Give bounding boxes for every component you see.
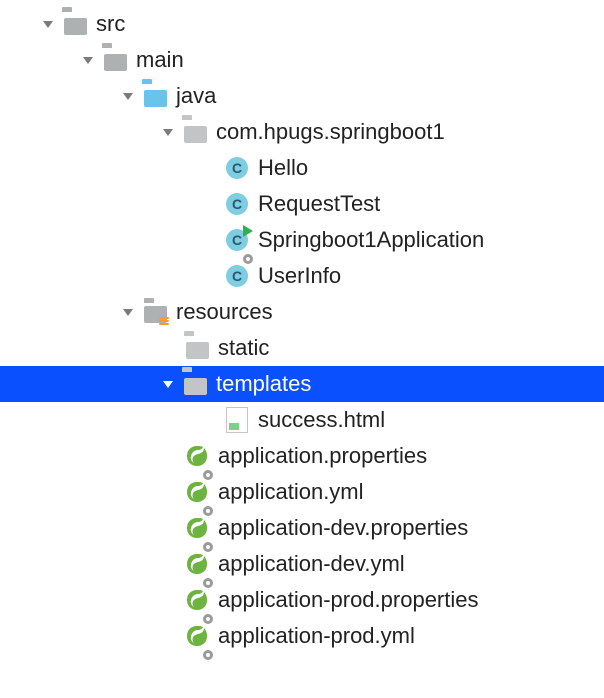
- chevron-down-icon[interactable]: [116, 300, 140, 324]
- tree-label: Springboot1Application: [258, 227, 484, 253]
- chevron-down-icon[interactable]: [116, 84, 140, 108]
- chevron-down-icon[interactable]: [36, 12, 60, 36]
- spring-config-icon: [184, 587, 210, 613]
- tree-node-success-html[interactable]: success.html: [0, 402, 604, 438]
- runnable-class-icon: C: [224, 227, 250, 253]
- tree-label: RequestTest: [258, 191, 380, 217]
- run-badge-icon: [243, 225, 253, 237]
- tree-node-class-hello[interactable]: C Hello: [0, 150, 604, 186]
- tree-node-package[interactable]: com.hpugs.springboot1: [0, 114, 604, 150]
- folder-icon: [182, 371, 208, 397]
- spring-config-icon: [184, 443, 210, 469]
- tree-node-app-properties[interactable]: application.properties: [0, 438, 604, 474]
- tree-node-class-requesttest[interactable]: C RequestTest: [0, 186, 604, 222]
- project-tree[interactable]: { "tree": { "src": "src", "main": "main"…: [0, 0, 604, 698]
- tree-label: com.hpugs.springboot1: [216, 119, 445, 145]
- gear-badge-icon: [202, 641, 214, 653]
- tree-node-app-yml[interactable]: application.yml: [0, 474, 604, 510]
- tree-node-templates[interactable]: templates: [0, 366, 604, 402]
- chevron-down-icon[interactable]: [76, 48, 100, 72]
- folder-icon: [184, 335, 210, 361]
- resources-folder-icon: [142, 299, 168, 325]
- tree-label: src: [96, 11, 125, 37]
- source-folder-icon: [142, 83, 168, 109]
- spring-config-icon: [184, 515, 210, 541]
- tree-label: success.html: [258, 407, 385, 433]
- tree-label: java: [176, 83, 216, 109]
- tree-label: application-prod.properties: [218, 587, 479, 613]
- tree-label: application.properties: [218, 443, 427, 469]
- tree-label: static: [218, 335, 269, 361]
- gear-badge-icon: [202, 569, 214, 581]
- java-class-icon: C: [224, 263, 250, 289]
- chevron-down-icon[interactable]: [156, 372, 180, 396]
- chevron-down-icon[interactable]: [156, 120, 180, 144]
- tree-node-app-prod-properties[interactable]: application-prod.properties: [0, 582, 604, 618]
- tree-label: UserInfo: [258, 263, 341, 289]
- java-class-icon: C: [224, 155, 250, 181]
- tree-node-app-dev-yml[interactable]: application-dev.yml: [0, 546, 604, 582]
- tree-node-class-springapp[interactable]: C Springboot1Application: [0, 222, 604, 258]
- package-icon: [182, 119, 208, 145]
- gear-badge-icon: [202, 497, 214, 509]
- spring-config-icon: [184, 623, 210, 649]
- tree-label: application-dev.properties: [218, 515, 468, 541]
- tree-label: templates: [216, 371, 311, 397]
- tree-node-static[interactable]: static: [0, 330, 604, 366]
- spring-config-icon: [184, 551, 210, 577]
- tree-node-java[interactable]: java: [0, 78, 604, 114]
- tree-node-app-prod-yml[interactable]: application-prod.yml: [0, 618, 604, 654]
- tree-label: Hello: [258, 155, 308, 181]
- html-file-icon: [224, 407, 250, 433]
- tree-label: resources: [176, 299, 273, 325]
- folder-icon: [62, 11, 88, 37]
- tree-label: application-dev.yml: [218, 551, 405, 577]
- java-class-icon: C: [224, 191, 250, 217]
- gear-badge-icon: [202, 461, 214, 473]
- gear-badge-icon: [242, 245, 254, 257]
- tree-node-class-userinfo[interactable]: C UserInfo: [0, 258, 604, 294]
- gear-badge-icon: [202, 533, 214, 545]
- tree-node-src[interactable]: src: [0, 6, 604, 42]
- tree-label: application.yml: [218, 479, 364, 505]
- tree-label: main: [136, 47, 184, 73]
- tree-node-main[interactable]: main: [0, 42, 604, 78]
- gear-badge-icon: [202, 605, 214, 617]
- folder-icon: [102, 47, 128, 73]
- tree-node-app-dev-properties[interactable]: application-dev.properties: [0, 510, 604, 546]
- tree-label: application-prod.yml: [218, 623, 415, 649]
- tree-node-resources[interactable]: resources: [0, 294, 604, 330]
- spring-config-icon: [184, 479, 210, 505]
